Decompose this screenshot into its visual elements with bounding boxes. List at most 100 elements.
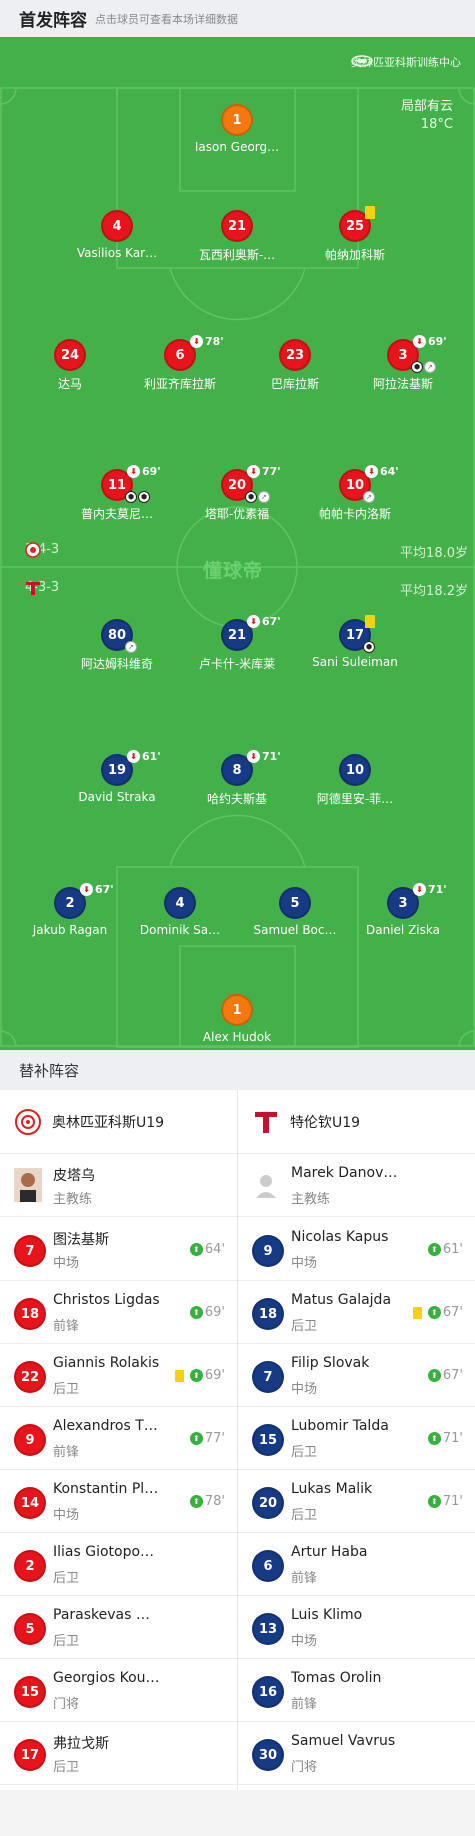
jersey-number: 7: [252, 1361, 284, 1393]
away-sub-row[interactable]: 6 Artur Haba 前锋: [238, 1533, 475, 1596]
away-sub-row[interactable]: 20 Lukas Malik 后卫 ⬆ 71': [238, 1470, 475, 1533]
home-player-6[interactable]: 6 ⬇ 78' 利亚齐库拉斯: [130, 335, 230, 392]
jersey-number-value: 8: [232, 762, 242, 778]
jersey-number: 80 ➚: [101, 619, 137, 653]
sub-in-icon: ⬆: [427, 1432, 441, 1445]
jersey-number: 30: [252, 1739, 284, 1771]
home-player-5[interactable]: 24 达马: [20, 339, 120, 392]
home-player-4[interactable]: 25 帕纳加科斯: [305, 206, 405, 263]
jersey-number: 17: [14, 1739, 46, 1771]
away-player-7[interactable]: 2 ⬇ 67' Jakub Ragan: [20, 883, 120, 937]
sub-out-icon: ⬇: [413, 335, 426, 348]
home-player-7[interactable]: 23 巴库拉斯: [245, 339, 345, 392]
away-player-4[interactable]: 19 ⬇ 61' David Straka: [67, 750, 167, 804]
goal-icon: ⬢: [411, 361, 423, 373]
home-player-2[interactable]: 4 Vasilios Kar…: [67, 210, 167, 260]
away-player-6[interactable]: 10 阿德里安-菲…: [305, 754, 405, 807]
away-player-3[interactable]: 17 ⬢ Sani Suleiman: [305, 615, 405, 669]
away-sub-row[interactable]: 30 Samuel Vavrus 门将: [238, 1722, 475, 1785]
away-player-10[interactable]: 3 ⬇ 71' Daniel Ziska: [353, 883, 453, 937]
away-player-8[interactable]: 4 Dominik Sa…: [130, 887, 230, 937]
player-name: 帕纳加科斯: [324, 248, 385, 262]
sub-player-name: Konstantin Plish: [53, 1481, 161, 1497]
olympiacos-logo-icon: [25, 542, 41, 558]
home-sub-row[interactable]: 14 Konstantin Plish 中场 ⬆ 78': [0, 1470, 237, 1533]
sub-player-position: 前锋: [291, 1697, 318, 1712]
jersey-number: 13: [252, 1613, 284, 1645]
sub-player-name: 弗拉戈斯: [53, 1736, 109, 1752]
away-sub-row[interactable]: 15 Lubomir Talda 后卫 ⬆ 71': [238, 1407, 475, 1470]
away-coach-name: Marek Danovsky: [291, 1165, 399, 1181]
home-coach-row[interactable]: 皮塔乌 主教练: [0, 1154, 237, 1217]
away-sub-row[interactable]: 7 Filip Slovak 中场 ⬆ 67': [238, 1344, 475, 1407]
match-events: ➚: [363, 491, 375, 503]
sub-in-minute: 61': [442, 1242, 463, 1257]
away-player-1[interactable]: 80 ➚ 阿达姆科维奇: [67, 619, 167, 672]
sub-player-name: Christos Ligdas: [53, 1292, 160, 1308]
player-name: 阿德里安-菲…: [316, 792, 394, 806]
sub-in-icon: ⬆: [427, 1306, 441, 1319]
home-player-3[interactable]: 21 瓦西利奥斯-…: [187, 210, 287, 263]
player-name: Dominik Sa…: [139, 923, 221, 937]
home-sub-row[interactable]: 5 Paraskevas … 后卫: [0, 1596, 237, 1659]
away-sub-row[interactable]: 16 Tomas Orolin 前锋: [238, 1659, 475, 1722]
goal-icon: ⬢: [125, 491, 137, 503]
pitch: 奥林匹亚科斯训练中心 局部有云 18°C 3-4-3 平均18.0岁 懂球帝 4…: [0, 37, 475, 1050]
player-name: Vasilios Kar…: [76, 246, 158, 260]
trencin-logo-icon: [255, 1112, 277, 1133]
away-team-row[interactable]: 特伦钦U19: [238, 1090, 475, 1154]
home-sub-row[interactable]: 7 图法基斯 中场 ⬆ 64': [0, 1218, 237, 1281]
home-player-11[interactable]: 10 ⬇ 64' ➚ 帕帕卡内洛斯: [305, 465, 405, 522]
home-sub-row[interactable]: 15 Georgios Kou… 门将: [0, 1659, 237, 1722]
home-player-10[interactable]: 20 ⬇ 77' ⬢ ➚ 塔耶-优素福: [187, 465, 287, 522]
home-player-1[interactable]: 1 Iason Georg…: [187, 104, 287, 154]
jersey-number: 5: [279, 887, 311, 919]
jersey-number: 3 ⬇ 69' ⬢ ➚: [387, 335, 447, 373]
jersey-number: 7: [14, 1235, 46, 1267]
home-team-row[interactable]: 奥林匹亚科斯U19: [0, 1090, 237, 1154]
sub-out-icon: ⬇: [365, 465, 378, 478]
sub-player-position: 中场: [53, 1256, 80, 1271]
away-player-9[interactable]: 5 Samuel Boc…: [245, 887, 345, 937]
home-sub-row[interactable]: 2 Ilias Giotopou… 后卫: [0, 1533, 237, 1596]
away-player-5[interactable]: 8 ⬇ 71' 哈约夫斯基: [187, 750, 287, 807]
sub-out-icon: ⬇: [80, 883, 93, 896]
assist-icon: ➚: [125, 641, 137, 653]
player-name: Samuel Boc…: [253, 923, 337, 937]
home-sub-row[interactable]: 17 弗拉戈斯 后卫: [0, 1722, 237, 1785]
away-sub-row[interactable]: 18 Matus Galajda 后卫 ⬆ 67': [238, 1281, 475, 1344]
home-player-8[interactable]: 3 ⬇ 69' ⬢ ➚ 阿拉法基斯: [353, 335, 453, 392]
sub-player-name: Luis Klimo: [291, 1607, 363, 1623]
jersey-number: 24: [54, 339, 86, 371]
sub-in-minute: 71': [442, 1431, 463, 1446]
jersey-number-value: 20: [227, 477, 247, 493]
sub-player-name: Nicolas Kapus: [291, 1229, 389, 1245]
sub-out-tag: ⬇ 78': [190, 335, 224, 348]
sub-minute: 64': [380, 465, 399, 478]
sub-in-minute: 78': [204, 1494, 225, 1509]
sub-player-position: 后卫: [53, 1634, 80, 1649]
home-player-9[interactable]: 11 ⬇ 69' ⬢ ⬢ 普内夫莫尼…: [67, 465, 167, 522]
home-sub-row[interactable]: 18 Christos Ligdas 前锋 ⬆ 69': [0, 1281, 237, 1344]
sub-minute: 71': [262, 750, 281, 763]
sub-player-position: 前锋: [53, 1445, 80, 1460]
home-sub-row[interactable]: 9 Alexandros T… 前锋 ⬆ 77': [0, 1407, 237, 1470]
sub-in-info: ⬆ 67': [412, 1305, 463, 1320]
jersey-number: 14: [14, 1487, 46, 1519]
away-sub-row[interactable]: 13 Luis Klimo 中场: [238, 1596, 475, 1659]
jersey-number-value: 11: [107, 477, 127, 493]
away-sub-row[interactable]: 9 Nicolas Kapus 中场 ⬆ 61': [238, 1218, 475, 1281]
away-coach-row[interactable]: Marek Danovsky 主教练: [238, 1154, 475, 1217]
sub-in-info: ⬆ 69': [189, 1305, 225, 1320]
home-sub-row[interactable]: 22 Giannis Rolakis 后卫 ⬆ 69': [0, 1344, 237, 1407]
sub-player-position: 中场: [291, 1634, 318, 1649]
sub-in-info: ⬆ 71': [427, 1431, 463, 1446]
sub-player-position: 后卫: [53, 1382, 80, 1397]
player-name: David Straka: [78, 790, 156, 804]
away-player-2[interactable]: 21 ⬇ 67' 卢卡什-米库莱: [187, 615, 287, 672]
away-player-11[interactable]: 1 Alex Hudok: [187, 994, 287, 1044]
jersey-number: 15: [252, 1424, 284, 1456]
sub-in-icon: ⬆: [189, 1432, 203, 1445]
jersey-number: 20 ⬇ 77' ⬢ ➚: [221, 465, 281, 503]
player-name: 阿达姆科维奇: [80, 657, 153, 671]
